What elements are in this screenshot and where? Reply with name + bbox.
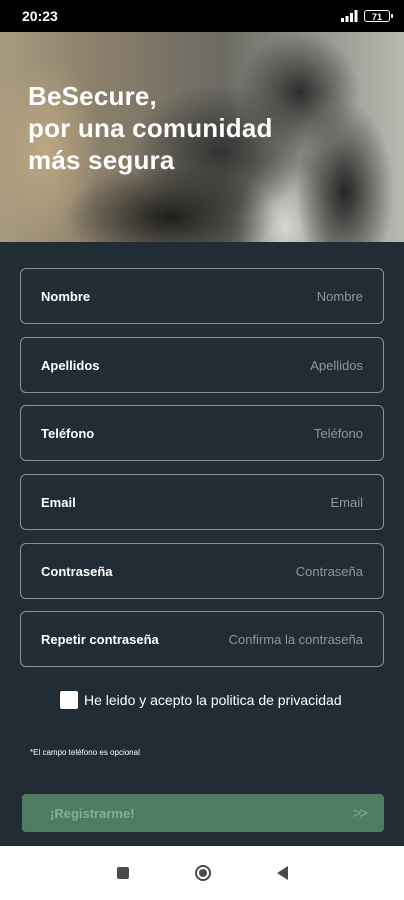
back-triangle-icon[interactable] [276, 866, 288, 880]
privacy-label: He leido y acepto la politica de privaci… [84, 692, 342, 708]
hero-banner: BeSecure, por una comunidad más segura [0, 32, 404, 242]
cellular-signal-icon [341, 10, 358, 22]
phone-label: Teléfono [41, 425, 95, 441]
status-bar: 20:23 71 [0, 0, 404, 32]
password-field[interactable]: Contraseña [20, 543, 384, 599]
phone-optional-note: *El campo teléfono es opcional [30, 748, 140, 757]
confirm-password-field[interactable]: Repetir contraseña [20, 611, 384, 667]
system-nav-bar [0, 846, 404, 900]
surname-input[interactable] [109, 357, 363, 373]
phone-input[interactable] [104, 425, 363, 441]
email-label: Email [41, 494, 76, 510]
register-button[interactable]: ¡Registrarme! >> [22, 794, 384, 832]
register-button-label: ¡Registrarme! [50, 805, 135, 821]
surname-label: Apellidos [41, 357, 100, 373]
home-circle-icon[interactable] [194, 865, 211, 881]
home-circle-inner [198, 869, 207, 877]
email-input[interactable] [85, 494, 363, 510]
phone-field[interactable]: Teléfono [20, 405, 384, 461]
name-input[interactable] [100, 288, 363, 304]
name-field[interactable]: Nombre [20, 268, 384, 324]
battery-level: 71 [371, 12, 382, 22]
email-field[interactable]: Email [20, 474, 384, 530]
hero-title: BeSecure, por una comunidad más segura [28, 81, 273, 175]
battery-icon: 71 [364, 10, 393, 22]
status-icons: 71 [340, 10, 393, 22]
confirm-password-label: Repetir contraseña [41, 631, 159, 647]
confirm-password-input[interactable] [168, 631, 363, 647]
name-label: Nombre [41, 288, 91, 304]
password-label: Contraseña [41, 563, 113, 579]
password-input[interactable] [122, 563, 363, 579]
status-time: 20:23 [22, 8, 58, 24]
privacy-checkbox[interactable] [60, 691, 78, 709]
privacy-consent: He leido y acepto la politica de privaci… [60, 691, 342, 709]
recents-square-icon[interactable] [116, 867, 129, 879]
surname-field[interactable]: Apellidos [20, 337, 384, 393]
double-chevron-right-icon: >> [352, 804, 367, 822]
